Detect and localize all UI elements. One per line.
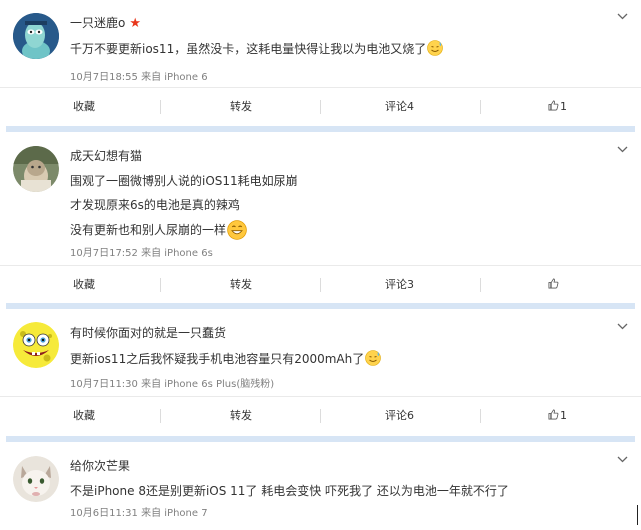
thumbs-up-icon [548, 409, 559, 420]
comment-line: 千万不要更新ios11，虽然没卡，这耗电量快得让我以为电池又烧了 [70, 42, 427, 56]
comment-line: 围观了一圈微博别人说的iOS11耗电如尿崩 [70, 174, 298, 188]
post-date: 10月7日17:52 [70, 248, 138, 259]
via-label: 来自 [141, 248, 162, 259]
text-cursor [637, 505, 638, 525]
like-count[interactable]: 1 [560, 100, 567, 113]
like-button[interactable]: 1 [548, 88, 567, 126]
via-label: 来自 [141, 508, 162, 519]
post-date: 10月6日11:31 [70, 508, 138, 519]
chevron-down-icon[interactable] [617, 323, 628, 330]
username[interactable]: 成天幻想有猫 [70, 147, 142, 164]
comment-post-3: 有时候你面对的就是一只蠢货 更新ios11之后我怀疑我手机电池容量只有2000m… [0, 310, 641, 435]
action-bar: 收藏 转发 评论3 [0, 265, 641, 304]
sweat-smile-icon [427, 40, 444, 56]
username[interactable]: 给你次芒果 [70, 457, 130, 474]
like-button[interactable]: 1 [548, 397, 567, 435]
chevron-down-icon[interactable] [617, 13, 628, 20]
comment-line: 不是iPhone 8还是别更新iOS 11了 耗电会变快 吓死我了 还以为电池一… [70, 484, 509, 498]
comment-post-1: 一只迷鹿o ★ 千万不要更新ios11，虽然没卡，这耗电量快得让我以为电池又烧了 … [0, 0, 641, 124]
post-date: 10月7日11:30 [70, 379, 138, 390]
post-meta: 10月7日17:52 来自 iPhone 6s [70, 244, 213, 259]
like-button[interactable] [548, 266, 560, 304]
grin-icon [227, 220, 247, 240]
divider [320, 278, 321, 292]
device-name: iPhone 6s [164, 248, 213, 259]
post-meta: 10月7日11:30 来自 iPhone 6s Plus(脑残粉) [70, 375, 274, 390]
device-name: iPhone 7 [164, 508, 208, 519]
chevron-down-icon[interactable] [617, 456, 628, 463]
like-count[interactable]: 1 [560, 409, 567, 422]
action-bar: 收藏 转发 评论6 1 [0, 396, 641, 435]
divider [480, 278, 481, 292]
comment-button[interactable]: 评论4 [385, 88, 414, 126]
divider [320, 100, 321, 114]
collect-button[interactable]: 收藏 [73, 88, 95, 126]
comment-text: 千万不要更新ios11，虽然没卡，这耗电量快得让我以为电池又烧了 [70, 40, 444, 57]
thumbs-up-icon [548, 278, 559, 289]
repost-button[interactable]: 转发 [230, 88, 252, 126]
comment-line: 才发现原来6s的电池是真的辣鸡 [70, 198, 240, 212]
post-meta: 10月6日11:31 来自 iPhone 7 [70, 504, 208, 519]
comment-post-4: 给你次芒果 不是iPhone 8还是别更新iOS 11了 耗电会变快 吓死我了 … [0, 443, 641, 530]
comment-count[interactable]: 6 [407, 409, 414, 422]
comment-line: 没有更新也和别人尿崩的一样 [70, 223, 227, 237]
avatar[interactable] [13, 146, 59, 192]
avatar[interactable] [13, 13, 59, 59]
username-text[interactable]: 一只迷鹿o [70, 16, 125, 30]
sweat-smile-icon [365, 350, 382, 366]
post-date: 10月7日18:55 [70, 72, 138, 83]
collect-button[interactable]: 收藏 [73, 397, 95, 435]
post-meta: 10月7日18:55 来自 iPhone 6 [70, 68, 208, 83]
repost-button[interactable]: 转发 [230, 397, 252, 435]
divider [160, 409, 161, 423]
username[interactable]: 一只迷鹿o ★ [70, 14, 141, 31]
comment-button[interactable]: 评论6 [385, 397, 414, 435]
divider [480, 409, 481, 423]
comment-count[interactable]: 4 [407, 100, 414, 113]
comment-text: 更新ios11之后我怀疑我手机电池容量只有2000mAh了 [70, 350, 382, 367]
username[interactable]: 有时候你面对的就是一只蠢货 [70, 324, 226, 341]
via-label: 来自 [141, 72, 162, 83]
star-icon: ★ [129, 16, 141, 31]
collect-button[interactable]: 收藏 [73, 266, 95, 304]
comment-line: 更新ios11之后我怀疑我手机电池容量只有2000mAh了 [70, 352, 365, 366]
repost-button[interactable]: 转发 [230, 266, 252, 304]
comment-label[interactable]: 评论 [385, 100, 407, 113]
via-label: 来自 [141, 379, 162, 390]
comment-label[interactable]: 评论 [385, 409, 407, 422]
avatar[interactable] [13, 456, 59, 502]
action-bar: 收藏 转发 评论4 1 [0, 87, 641, 126]
section-divider [6, 436, 635, 442]
section-divider [6, 303, 635, 309]
divider [320, 409, 321, 423]
device-name: iPhone 6 [164, 72, 208, 83]
divider [480, 100, 481, 114]
chevron-down-icon[interactable] [617, 146, 628, 153]
avatar[interactable] [13, 322, 59, 368]
thumbs-up-icon [548, 100, 559, 111]
comment-text: 没有更新也和别人尿崩的一样 [70, 220, 247, 240]
comment-post-2: 成天幻想有猫 围观了一圈微博别人说的iOS11耗电如尿崩 才发现原来6s的电池是… [0, 133, 641, 303]
device-name: iPhone 6s Plus(脑残粉) [164, 379, 275, 390]
comment-button[interactable]: 评论3 [385, 266, 414, 304]
comment-label[interactable]: 评论 [385, 278, 407, 291]
section-divider [6, 126, 635, 132]
divider [160, 100, 161, 114]
comment-count[interactable]: 3 [407, 278, 414, 291]
divider [160, 278, 161, 292]
